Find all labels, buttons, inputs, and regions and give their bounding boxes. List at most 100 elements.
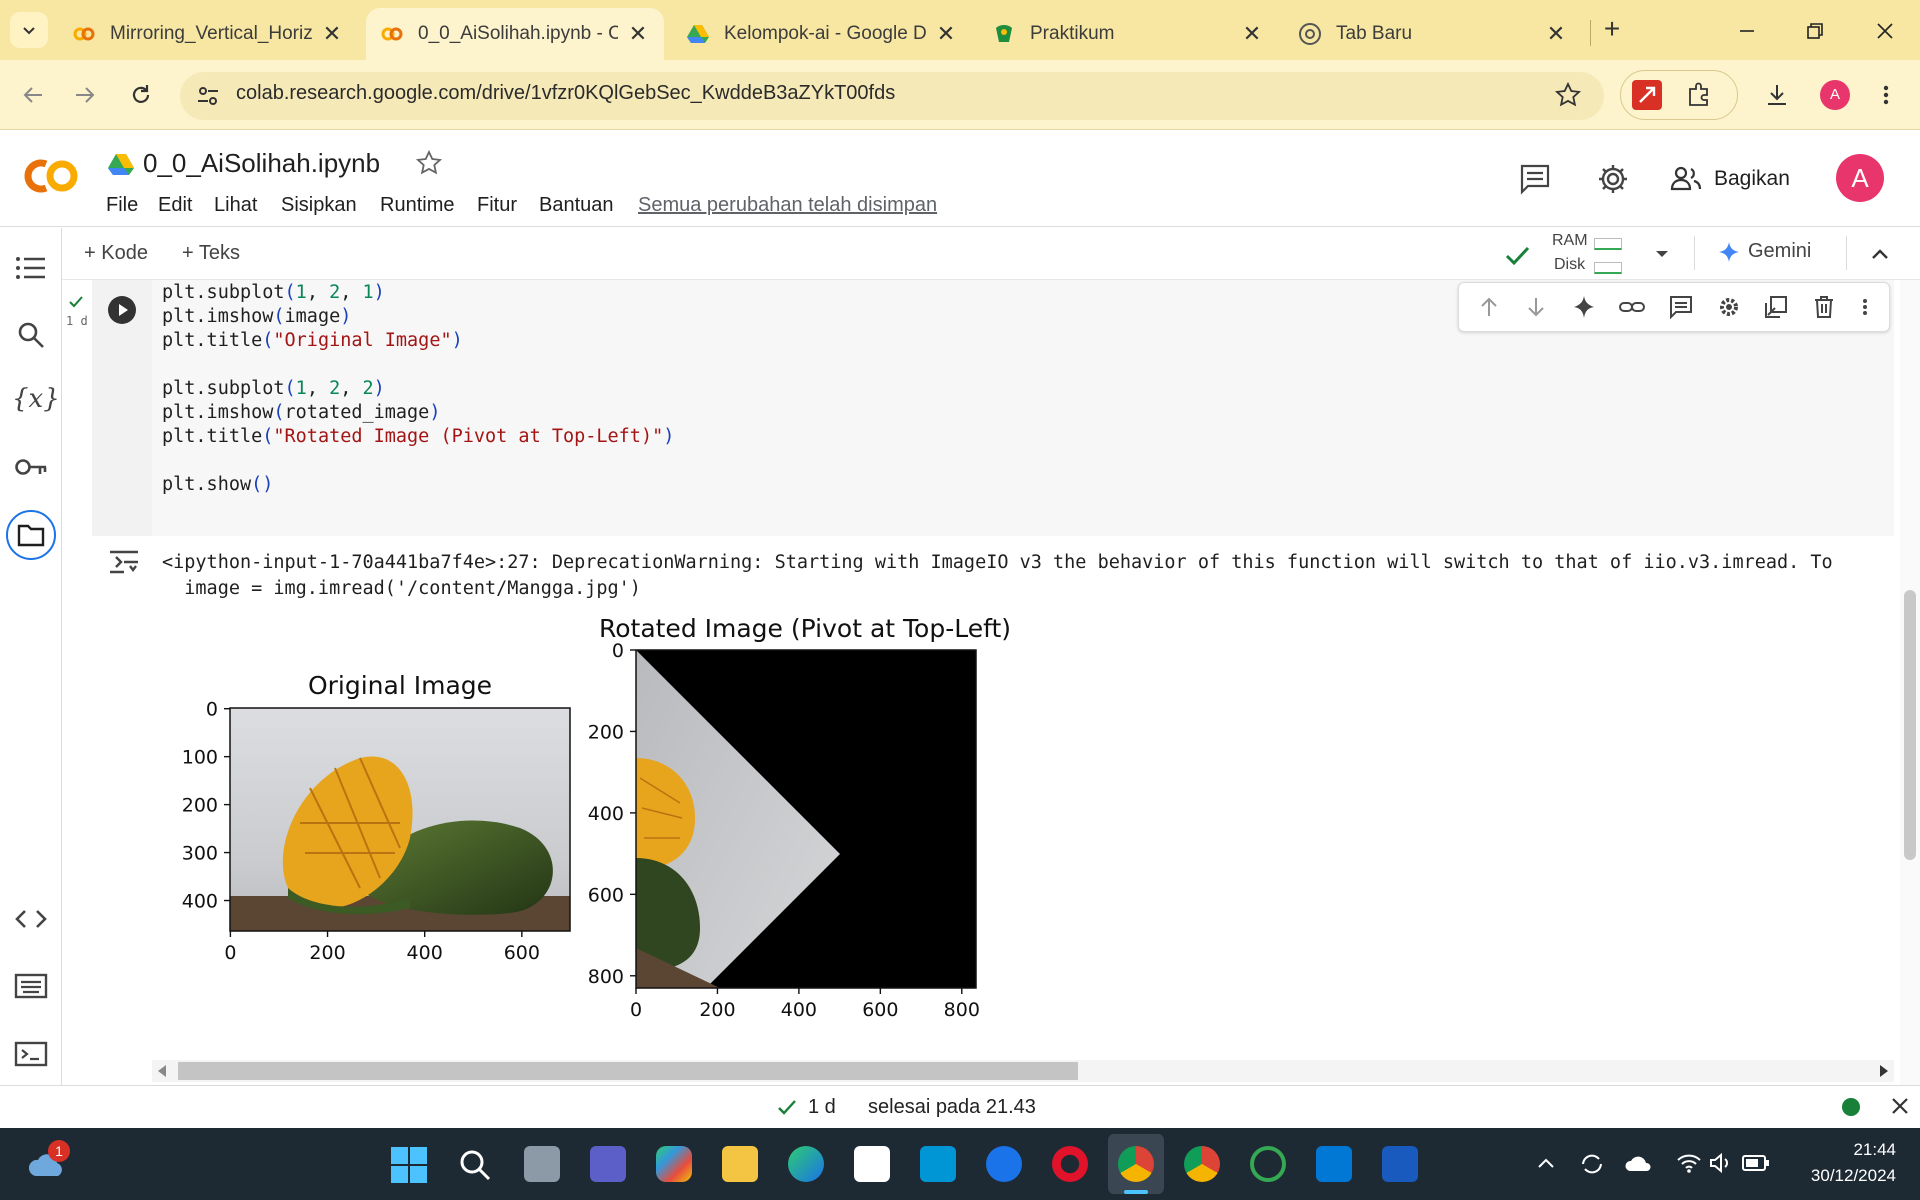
- pdf-extension-button[interactable]: [1632, 80, 1662, 110]
- horizontal-scrollbar[interactable]: [152, 1060, 1894, 1082]
- secrets-button[interactable]: [14, 454, 48, 480]
- collapse-header-button[interactable]: [1866, 240, 1894, 268]
- chrome-profile-icon[interactable]: [1184, 1146, 1220, 1182]
- profile-avatar[interactable]: A: [1820, 80, 1850, 110]
- settings-button[interactable]: [1596, 162, 1630, 196]
- browser-tab[interactable]: Tab Baru ✕: [1284, 8, 1582, 60]
- add-code-button[interactable]: + Kode: [84, 242, 148, 265]
- loading-app-icon[interactable]: [1250, 1146, 1286, 1182]
- sparkle-icon[interactable]: [1571, 294, 1597, 320]
- close-icon[interactable]: ✕: [1544, 21, 1568, 47]
- tab-search-button[interactable]: [10, 12, 48, 48]
- move-up-icon[interactable]: [1476, 294, 1502, 320]
- edge-icon[interactable]: [788, 1146, 824, 1182]
- terminal-button[interactable]: [14, 1040, 48, 1068]
- copilot-icon[interactable]: [656, 1146, 692, 1182]
- minimize-button[interactable]: [1732, 16, 1762, 46]
- tick-label: 0: [206, 699, 218, 721]
- opera-icon[interactable]: [1052, 1146, 1088, 1182]
- help-icon[interactable]: [986, 1146, 1022, 1182]
- myhp-icon[interactable]: [920, 1146, 956, 1182]
- clock-time[interactable]: 21:44: [1836, 1140, 1896, 1160]
- sync-icon[interactable]: [1578, 1150, 1606, 1178]
- scroll-right-arrow[interactable]: [1880, 1065, 1888, 1077]
- store-icon[interactable]: [854, 1146, 890, 1182]
- battery-icon[interactable]: [1742, 1154, 1770, 1172]
- restore-button[interactable]: [1800, 16, 1830, 46]
- taskbar-search[interactable]: [458, 1148, 492, 1182]
- browser-tab[interactable]: Kelompok-ai - Google Dr ✕: [672, 8, 972, 60]
- close-icon[interactable]: ✕: [320, 21, 344, 47]
- files-button[interactable]: [6, 510, 56, 560]
- save-status-link[interactable]: Semua perubahan telah disimpan: [638, 194, 937, 217]
- code-snippets-button[interactable]: [14, 906, 48, 932]
- close-status-button[interactable]: [1888, 1094, 1912, 1118]
- comment-icon[interactable]: [1668, 294, 1694, 320]
- weather-widget[interactable]: 1: [28, 1140, 70, 1182]
- gemini-button[interactable]: Gemini: [1718, 240, 1811, 263]
- scrollbar-thumb[interactable]: [1904, 590, 1916, 860]
- close-icon[interactable]: ✕: [1240, 21, 1264, 47]
- chrome-icon[interactable]: [1118, 1146, 1154, 1182]
- menu-help[interactable]: Bantuan: [539, 194, 614, 217]
- notebook-title[interactable]: 0_0_AiSolihah.ipynb: [143, 148, 380, 179]
- mirror-cell-icon[interactable]: [1763, 294, 1789, 320]
- menu-runtime[interactable]: Runtime: [380, 194, 454, 217]
- reload-button[interactable]: [126, 80, 156, 110]
- scrollbar-thumb[interactable]: [178, 1062, 1078, 1080]
- file-explorer-icon[interactable]: [722, 1146, 758, 1182]
- menu-edit[interactable]: Edit: [158, 194, 192, 217]
- onedrive-icon[interactable]: [1624, 1152, 1652, 1174]
- more-vert-icon[interactable]: [1858, 294, 1872, 320]
- downloads-button[interactable]: [1762, 80, 1792, 110]
- start-button[interactable]: [390, 1146, 428, 1184]
- gear-icon[interactable]: [1716, 294, 1742, 320]
- toc-button[interactable]: [15, 254, 47, 282]
- browser-tab-active[interactable]: 0_0_AiSolihah.ipynb - Col ✕: [366, 8, 664, 60]
- tray-chevron-up-icon[interactable]: [1536, 1154, 1556, 1174]
- add-text-button[interactable]: + Teks: [182, 242, 240, 265]
- browser-menu-button[interactable]: [1876, 80, 1896, 110]
- extensions-button[interactable]: [1684, 80, 1714, 110]
- run-cell-button[interactable]: [108, 296, 136, 324]
- move-down-icon[interactable]: [1523, 294, 1549, 320]
- runtime-dropdown[interactable]: [1652, 244, 1672, 264]
- colab-logo[interactable]: [20, 150, 84, 202]
- back-button[interactable]: [18, 80, 48, 110]
- tab-title: Kelompok-ai - Google Dr: [724, 23, 926, 44]
- word-icon[interactable]: [1382, 1146, 1418, 1182]
- vscode-icon[interactable]: [1316, 1146, 1352, 1182]
- vertical-scrollbar[interactable]: [1900, 280, 1920, 1085]
- browser-tab[interactable]: Praktikum ✕: [978, 8, 1278, 60]
- new-tab-button[interactable]: +: [1596, 14, 1628, 46]
- task-view-icon[interactable]: [524, 1146, 560, 1182]
- trash-icon[interactable]: [1811, 294, 1837, 320]
- search-button[interactable]: [16, 320, 46, 350]
- menu-insert[interactable]: Sisipkan: [281, 194, 357, 217]
- forward-button[interactable]: [70, 80, 100, 110]
- resource-monitor[interactable]: RAM Disk: [1548, 232, 1624, 280]
- url-text[interactable]: colab.research.google.com/drive/1vfzr0KQ…: [236, 82, 895, 105]
- command-palette-button[interactable]: [14, 972, 48, 1000]
- menu-view[interactable]: Lihat: [214, 194, 257, 217]
- star-notebook-button[interactable]: [414, 148, 444, 178]
- browser-tab[interactable]: Mirroring_Vertical_Horizo ✕: [58, 8, 358, 60]
- wifi-icon[interactable]: [1676, 1152, 1702, 1174]
- close-icon[interactable]: ✕: [626, 21, 650, 47]
- output-actions-button[interactable]: [108, 548, 140, 576]
- teams-icon[interactable]: [590, 1146, 626, 1182]
- volume-icon[interactable]: [1708, 1152, 1732, 1174]
- site-info-icon[interactable]: [194, 82, 222, 110]
- menu-tools[interactable]: Fitur: [477, 194, 517, 217]
- link-icon[interactable]: [1618, 294, 1646, 320]
- menu-file[interactable]: File: [106, 194, 138, 217]
- scroll-left-arrow[interactable]: [158, 1065, 166, 1077]
- close-icon[interactable]: ✕: [934, 21, 958, 47]
- account-avatar[interactable]: A: [1836, 154, 1884, 202]
- clock-date[interactable]: 30/12/2024: [1786, 1166, 1896, 1186]
- share-button[interactable]: Bagikan: [1670, 160, 1790, 198]
- variables-button[interactable]: {x}: [12, 384, 60, 414]
- close-window-button[interactable]: [1870, 16, 1900, 46]
- bookmark-star-button[interactable]: [1553, 80, 1583, 110]
- comments-button[interactable]: [1518, 162, 1552, 196]
